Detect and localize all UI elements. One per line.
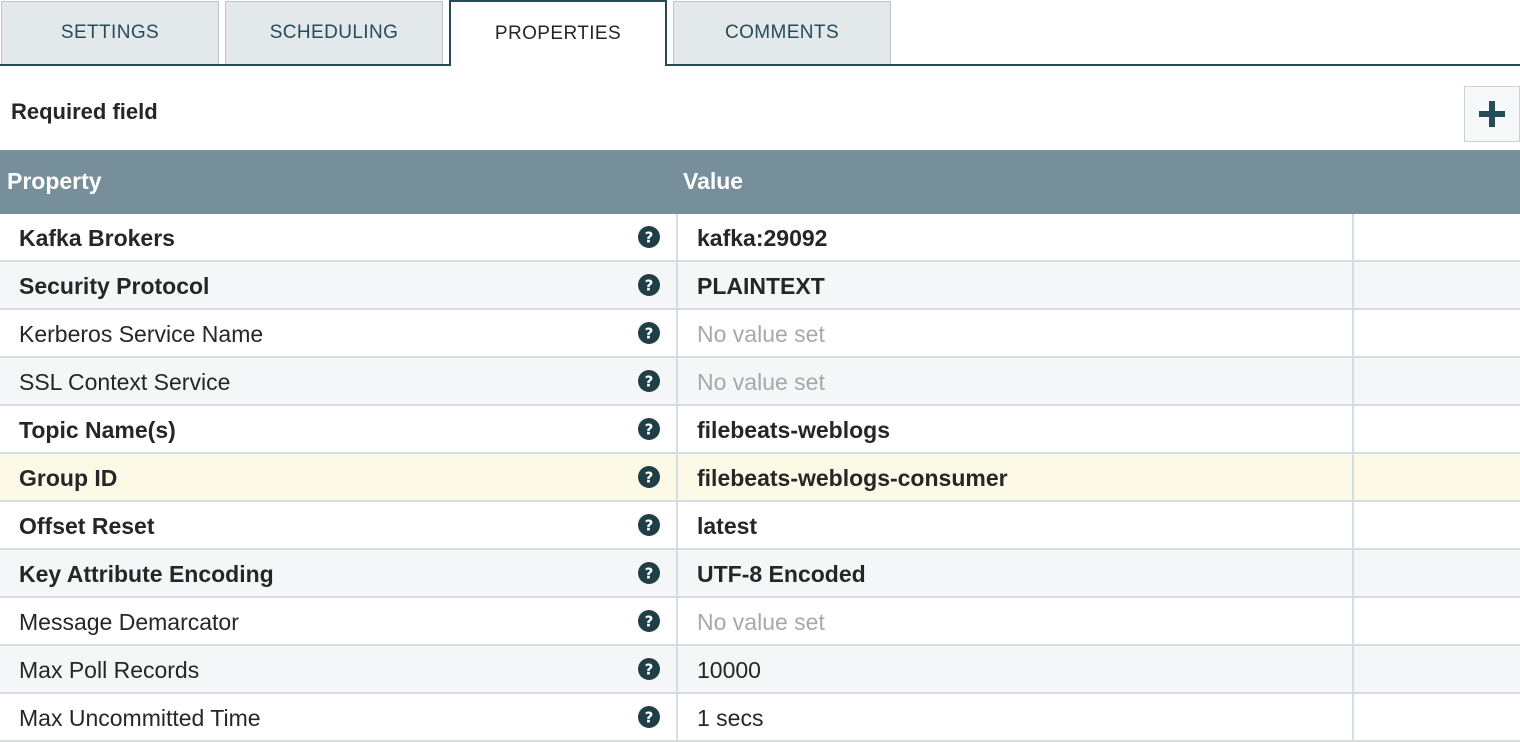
column-divider xyxy=(676,598,678,644)
svg-text:?: ? xyxy=(645,709,654,727)
help-icon[interactable]: ? xyxy=(638,370,660,392)
column-divider xyxy=(1352,358,1354,404)
tab-scheduling[interactable]: SCHEDULING xyxy=(225,1,443,64)
table-body: Kafka Brokers? kafka:29092 Security Protoc… xyxy=(0,214,1520,742)
column-header-value[interactable]: Value xyxy=(683,168,743,195)
property-name: Topic Name(s) xyxy=(19,417,176,443)
property-name: Max Poll Records xyxy=(19,657,200,683)
property-value[interactable]: filebeats-weblogs xyxy=(697,417,890,444)
help-icon[interactable]: ? xyxy=(638,658,660,680)
svg-text:?: ? xyxy=(645,277,654,295)
column-divider xyxy=(1352,262,1354,308)
column-divider xyxy=(1352,310,1354,356)
table-row[interactable]: Kafka Brokers? kafka:29092 xyxy=(0,214,1520,262)
property-name: Kerberos Service Name xyxy=(19,321,264,347)
property-value[interactable]: No value set xyxy=(697,609,825,636)
column-divider xyxy=(676,694,678,740)
help-icon[interactable]: ? xyxy=(638,706,660,728)
table-row[interactable]: Key Attribute Encoding? UTF-8 Encoded xyxy=(0,550,1520,598)
column-divider xyxy=(1352,406,1354,452)
table-row[interactable]: Max Uncommitted Time? 1 secs xyxy=(0,694,1520,742)
column-header-property[interactable]: Property xyxy=(7,168,102,195)
column-divider xyxy=(676,406,678,452)
property-name: Offset Reset xyxy=(19,513,155,539)
column-divider xyxy=(676,454,678,500)
svg-text:?: ? xyxy=(645,229,654,247)
property-name: Security Protocol xyxy=(19,273,210,299)
svg-text:?: ? xyxy=(645,325,654,343)
column-divider xyxy=(676,646,678,692)
property-name: Group ID xyxy=(19,465,118,491)
property-value[interactable]: No value set xyxy=(697,321,825,348)
table-row[interactable]: Group ID? filebeats-weblogs-consumer xyxy=(0,454,1520,502)
help-icon[interactable]: ? xyxy=(638,274,660,296)
svg-text:?: ? xyxy=(645,613,654,631)
column-divider xyxy=(1352,694,1354,740)
property-name: Kafka Brokers xyxy=(19,225,175,251)
help-icon[interactable]: ? xyxy=(638,322,660,344)
column-divider xyxy=(676,310,678,356)
help-icon[interactable]: ? xyxy=(638,562,660,584)
help-icon[interactable]: ? xyxy=(638,226,660,248)
plus-icon xyxy=(1479,101,1505,127)
column-divider xyxy=(1352,550,1354,596)
svg-text:?: ? xyxy=(645,517,654,535)
svg-text:?: ? xyxy=(645,565,654,583)
column-divider xyxy=(676,358,678,404)
table-row[interactable]: Max Poll Records? 10000 xyxy=(0,646,1520,694)
property-name: SSL Context Service xyxy=(19,369,231,395)
property-name: Message Demarcator xyxy=(19,609,239,635)
property-value[interactable]: 1 secs xyxy=(697,705,763,732)
svg-text:?: ? xyxy=(645,469,654,487)
properties-header: Required field xyxy=(0,66,1520,150)
column-divider xyxy=(1352,598,1354,644)
column-divider xyxy=(676,262,678,308)
column-divider xyxy=(676,502,678,548)
help-icon[interactable]: ? xyxy=(638,514,660,536)
tab-bar: SETTINGS SCHEDULING PROPERTIES COMMENTS xyxy=(0,0,1520,66)
table-row[interactable]: Security Protocol? PLAINTEXT xyxy=(0,262,1520,310)
add-property-button[interactable] xyxy=(1464,86,1520,142)
help-icon[interactable]: ? xyxy=(638,418,660,440)
property-name: Key Attribute Encoding xyxy=(19,561,274,587)
table-header: Property Value xyxy=(0,150,1520,214)
property-name: Max Uncommitted Time xyxy=(19,705,261,731)
property-value[interactable]: PLAINTEXT xyxy=(697,273,825,300)
table-row[interactable]: Topic Name(s)? filebeats-weblogs xyxy=(0,406,1520,454)
svg-text:?: ? xyxy=(645,661,654,679)
table-row[interactable]: Message Demarcator? No value set xyxy=(0,598,1520,646)
help-icon[interactable]: ? xyxy=(638,466,660,488)
property-value[interactable]: filebeats-weblogs-consumer xyxy=(697,465,1008,492)
property-value[interactable]: latest xyxy=(697,513,757,540)
tab-comments[interactable]: COMMENTS xyxy=(673,1,891,64)
property-value[interactable]: kafka:29092 xyxy=(697,225,827,252)
column-divider xyxy=(1352,646,1354,692)
column-divider xyxy=(1352,502,1354,548)
required-field-legend: Required field xyxy=(11,99,158,124)
svg-text:?: ? xyxy=(645,421,654,439)
column-divider xyxy=(676,214,678,260)
property-value[interactable]: UTF-8 Encoded xyxy=(697,561,866,588)
help-icon[interactable]: ? xyxy=(638,610,660,632)
property-value[interactable]: No value set xyxy=(697,369,825,396)
tab-settings[interactable]: SETTINGS xyxy=(1,1,219,64)
table-row[interactable]: SSL Context Service? No value set xyxy=(0,358,1520,406)
table-row[interactable]: Kerberos Service Name? No value set xyxy=(0,310,1520,358)
property-value[interactable]: 10000 xyxy=(697,657,761,684)
column-divider xyxy=(1352,454,1354,500)
tab-properties[interactable]: PROPERTIES xyxy=(449,0,667,66)
svg-text:?: ? xyxy=(645,373,654,391)
column-divider xyxy=(1352,214,1354,260)
column-divider xyxy=(676,550,678,596)
table-row[interactable]: Offset Reset? latest xyxy=(0,502,1520,550)
properties-table: Property Value Kafka Brokers? kafka:29092… xyxy=(0,150,1520,742)
